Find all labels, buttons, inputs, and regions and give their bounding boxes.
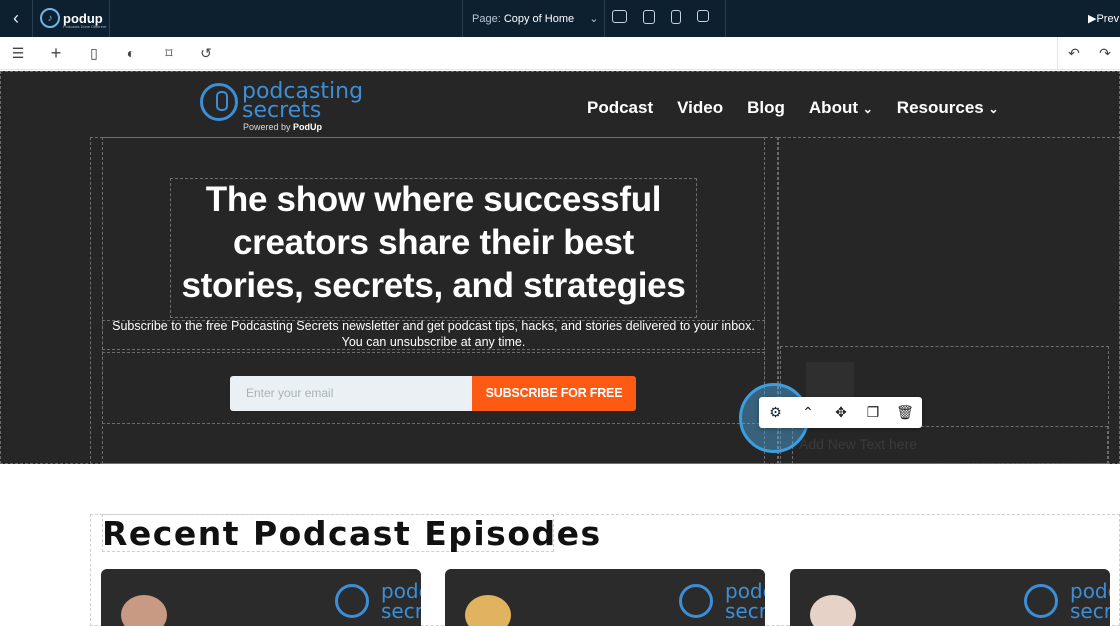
editor-topbar: ‹ ♪ podup Podcasts Done Different Page: …: [0, 0, 1120, 37]
divider: [109, 0, 110, 37]
duplicate-icon[interactable]: ❐: [857, 397, 889, 428]
image-placeholder[interactable]: [806, 362, 854, 398]
nav-item-about[interactable]: About ⌄: [809, 98, 873, 118]
bookmark-icon[interactable]: ⌑: [161, 45, 177, 61]
powered-brand: PodUp: [293, 122, 323, 132]
device-switcher: [612, 10, 709, 24]
add-new-text[interactable]: Add New Text here: [799, 436, 917, 452]
page-selector[interactable]: Page: Copy of Home ⌄: [472, 12, 598, 25]
microphone-icon: [679, 584, 713, 618]
move-icon[interactable]: ✥: [825, 397, 857, 428]
settings-sliders-icon[interactable]: ⚙: [759, 397, 792, 428]
site-logo[interactable]: podcasting secrets Powered by PodUp: [200, 79, 363, 133]
card-logo-text: podc secr: [381, 581, 421, 621]
chevron-down-icon: ⌄: [988, 102, 999, 116]
preview-label: Prev: [1096, 13, 1120, 25]
select-parent-icon[interactable]: ⌃: [792, 397, 824, 428]
nav-item-resources[interactable]: Resources ⌄: [897, 98, 999, 118]
microphone-icon: [1024, 584, 1058, 618]
page-label: Page:: [472, 13, 501, 25]
powered-by: Powered by PodUp: [243, 122, 322, 132]
nav-label-resources: Resources: [896, 98, 984, 117]
podup-logo[interactable]: ♪ podup Podcasts Done Different: [40, 8, 107, 29]
guest-photo: [465, 595, 511, 626]
podup-mic-icon: ♪: [40, 8, 60, 28]
site-nav: Podcast Video Blog About ⌄ Resources ⌄: [587, 98, 999, 118]
divider: [604, 0, 605, 37]
subscribe-button[interactable]: SUBSCRIBE FOR FREE: [472, 376, 636, 411]
layers-icon[interactable]: ☰: [10, 45, 26, 61]
mobile-icon[interactable]: [697, 10, 709, 22]
pages-icon[interactable]: ▯: [86, 45, 102, 61]
nav-label-about: About: [808, 98, 858, 117]
editor-toolbar: ☰ + ▯ ◐ ⌑ ↺ ↶ ↷: [0, 37, 1120, 70]
history-icon[interactable]: ↺: [198, 45, 214, 61]
back-arrow-icon[interactable]: ‹: [0, 0, 32, 37]
theme-icon[interactable]: ◐: [123, 45, 139, 61]
element-toolbar: ⚙ ⌃ ✥ ❐ 🗑: [759, 397, 922, 428]
nav-item-podcast[interactable]: Podcast: [587, 98, 653, 118]
email-input[interactable]: Enter your email: [230, 376, 473, 411]
hero-subline[interactable]: Subscribe to the free Podcasting Secrets…: [103, 318, 764, 350]
powered-prefix: Powered by: [243, 122, 291, 132]
undo-icon[interactable]: ↶: [1066, 45, 1082, 61]
preview-button[interactable]: ▶Prev: [1088, 12, 1119, 25]
guest-photo: [121, 595, 167, 626]
episode-card[interactable]: podc secr: [790, 569, 1110, 626]
recent-episodes-title[interactable]: Recent Podcast Episodes: [102, 514, 602, 553]
card-logo-text: podc secr: [1070, 581, 1110, 621]
hero-headline[interactable]: The show where successful creators share…: [170, 178, 697, 307]
page-name: Copy of Home: [503, 13, 575, 25]
tablet-icon[interactable]: [671, 10, 681, 24]
add-icon[interactable]: +: [48, 43, 64, 63]
divider: [462, 0, 463, 37]
card-logo-text: podc secr: [725, 581, 765, 621]
redo-icon[interactable]: ↷: [1097, 45, 1113, 61]
chevron-down-icon: ⌄: [589, 13, 599, 25]
nav-item-video[interactable]: Video: [677, 98, 723, 118]
logo-tagline: Podcasts Done Different: [63, 24, 107, 29]
delete-icon[interactable]: 🗑: [889, 397, 921, 428]
microphone-icon: [200, 83, 238, 121]
logo-word-secrets: secrets: [242, 98, 322, 123]
nav-item-blog[interactable]: Blog: [747, 98, 785, 118]
chevron-down-icon: ⌄: [862, 102, 873, 116]
divider: [32, 0, 33, 37]
episode-card[interactable]: podc secr: [101, 569, 421, 626]
divider: [1057, 37, 1058, 70]
laptop-icon[interactable]: [643, 10, 655, 24]
microphone-icon: [335, 584, 369, 618]
guest-photo: [810, 595, 856, 626]
desktop-icon[interactable]: [612, 10, 627, 23]
episode-card[interactable]: podc secr: [445, 569, 765, 626]
divider: [725, 0, 726, 37]
